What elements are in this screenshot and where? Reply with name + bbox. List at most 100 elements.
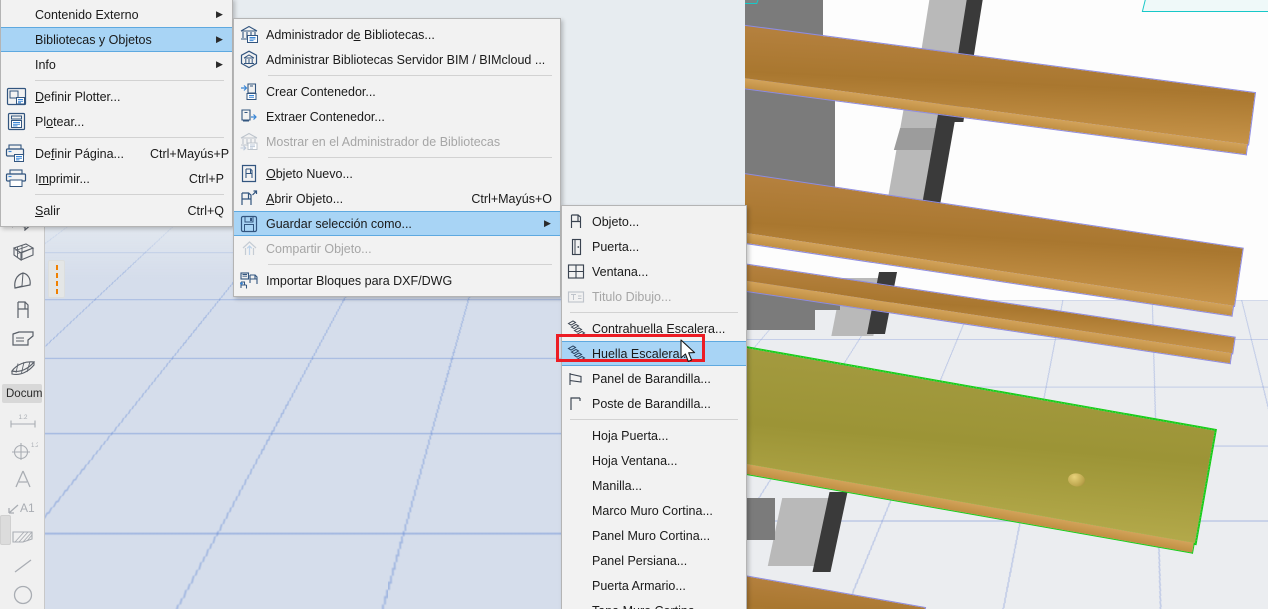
menu-label: Panel Persiana... bbox=[592, 553, 688, 568]
extract-container-icon bbox=[234, 107, 264, 126]
menu-item-puerta[interactable]: Puerta... bbox=[562, 234, 746, 259]
menu-label: Plotear... bbox=[35, 114, 85, 129]
tread-hotspot-knob[interactable] bbox=[1066, 472, 1086, 488]
line-icon bbox=[12, 557, 34, 575]
menu-label: Objeto... bbox=[592, 214, 640, 229]
menu-item-administrador-de-bibliotecas[interactable]: Administrador de Bibliotecas... bbox=[234, 22, 560, 47]
menu-item-ventana[interactable]: Ventana... bbox=[562, 259, 746, 284]
tool-object[interactable] bbox=[0, 295, 45, 324]
guardar-seleccion-como-submenu[interactable]: Objeto... Puerta... Ventana... Titulo Di… bbox=[561, 205, 747, 609]
menu-label: Panel de Barandilla... bbox=[592, 371, 711, 386]
save-selection-icon bbox=[234, 215, 264, 233]
window-icon bbox=[562, 263, 590, 280]
menu-label: Contrahuella Escalera... bbox=[592, 321, 726, 336]
marquee-box bbox=[1141, 0, 1268, 12]
chevron-right-icon: ▶ bbox=[216, 34, 223, 44]
menu-label: Titulo Dibujo... bbox=[592, 289, 672, 304]
menu-item-poste-de-barandilla[interactable]: Poste de Barandilla... bbox=[562, 391, 746, 416]
menu-item-manilla[interactable]: Manilla... bbox=[562, 473, 746, 498]
menu-label: Puerta... bbox=[592, 239, 640, 254]
menu-label: Info bbox=[35, 57, 56, 72]
fill-icon bbox=[10, 529, 36, 545]
menu-item-guardar-seleccion-como[interactable]: Guardar selección como... ▶ bbox=[234, 211, 560, 236]
menu-label: Compartir Objeto... bbox=[266, 241, 372, 256]
tool-text[interactable] bbox=[0, 464, 45, 493]
object-chair-icon bbox=[13, 300, 33, 320]
menu-item-objeto-nuevo[interactable]: Objeto Nuevo... bbox=[234, 161, 560, 186]
toolbox-scroll-nub[interactable] bbox=[0, 515, 11, 545]
tool-roof[interactable] bbox=[0, 353, 45, 382]
menu-item-definir-pagina[interactable]: Definir Página... Ctrl+Mayús+P bbox=[1, 141, 232, 166]
palette-drag-grip[interactable] bbox=[48, 260, 65, 298]
tool-mesh[interactable] bbox=[0, 237, 45, 266]
menu-shortcut: Ctrl+Mayús+O bbox=[471, 191, 552, 206]
menu-label: Abrir Objeto... bbox=[266, 191, 344, 206]
menu-label: Definir Página... bbox=[35, 146, 124, 161]
menu-separator bbox=[570, 419, 738, 420]
menu-label: Hoja Puerta... bbox=[592, 428, 669, 443]
menu-item-huella-escalera[interactable]: Huella Escalera... bbox=[562, 341, 746, 366]
level-dimension-icon: 1.2 bbox=[8, 440, 38, 460]
show-in-library-manager-icon bbox=[234, 132, 264, 151]
archivo-menu[interactable]: Contenido Externo ▶ Bibliotecas y Objeto… bbox=[0, 0, 233, 227]
chevron-right-icon: ▶ bbox=[216, 9, 223, 19]
menu-item-hoja-puerta[interactable]: Hoja Puerta... bbox=[562, 423, 746, 448]
menu-item-bibliotecas-y-objetos[interactable]: Bibliotecas y Objetos ▶ bbox=[1, 27, 232, 52]
menu-item-panel-de-barandilla[interactable]: Panel de Barandilla... bbox=[562, 366, 746, 391]
menu-item-panel-muro-cortina[interactable]: Panel Muro Cortina... bbox=[562, 523, 746, 548]
menu-separator bbox=[268, 157, 552, 158]
morph-icon bbox=[11, 330, 35, 348]
menu-separator bbox=[35, 194, 224, 195]
dimension-icon: 1.2 bbox=[8, 412, 38, 430]
menu-item-marco-muro-cortina[interactable]: Marco Muro Cortina... bbox=[562, 498, 746, 523]
menu-separator bbox=[570, 312, 738, 313]
tool-line[interactable] bbox=[0, 551, 45, 580]
chevron-right-icon: ▶ bbox=[216, 59, 223, 69]
menu-item-compartir-objeto[interactable]: Compartir Objeto... bbox=[234, 236, 560, 261]
menu-item-contenido-externo[interactable]: Contenido Externo ▶ bbox=[1, 2, 232, 27]
menu-item-plotear[interactable]: Plotear... bbox=[1, 109, 232, 134]
menu-shortcut: Ctrl+P bbox=[188, 171, 224, 186]
menu-label: Panel Muro Cortina... bbox=[592, 528, 711, 543]
tool-shell[interactable] bbox=[0, 266, 45, 295]
menu-item-titulo-dibujo[interactable]: Titulo Dibujo... bbox=[562, 284, 746, 309]
menu-label: Administrador de Bibliotecas... bbox=[266, 27, 435, 42]
railing-post-icon bbox=[562, 395, 590, 412]
svg-text:1.2: 1.2 bbox=[18, 414, 27, 421]
menu-item-puerta-armario[interactable]: Puerta Armario... bbox=[562, 573, 746, 598]
menu-label: Imprimir... bbox=[35, 171, 90, 186]
tool-circle[interactable] bbox=[0, 580, 45, 609]
bibliotecas-y-objetos-submenu[interactable]: Administrador de Bibliotecas... Administ… bbox=[233, 18, 561, 297]
menu-shortcut: Ctrl+Mayús+P bbox=[149, 146, 230, 161]
menu-item-tapa-muro-cortina[interactable]: Tapa Muro Cortina... bbox=[562, 598, 746, 609]
svg-text:A1: A1 bbox=[20, 501, 35, 515]
3d-view-canvas[interactable] bbox=[745, 0, 1268, 609]
stair-stringer bbox=[745, 498, 775, 540]
menu-item-contrahuella-escalera[interactable]: Contrahuella Escalera... bbox=[562, 316, 746, 341]
menu-item-imprimir[interactable]: Imprimir... Ctrl+P bbox=[1, 166, 232, 191]
menu-item-salir[interactable]: Salir Ctrl+Q bbox=[1, 198, 232, 223]
menu-item-definir-plotter[interactable]: Definir Plotter... bbox=[1, 84, 232, 109]
menu-item-hoja-ventana[interactable]: Hoja Ventana... bbox=[562, 448, 746, 473]
tool-morph[interactable] bbox=[0, 324, 45, 353]
menu-item-panel-persiana[interactable]: Panel Persiana... bbox=[562, 548, 746, 573]
menu-item-crear-contenedor[interactable]: Crear Contenedor... bbox=[234, 79, 560, 104]
menu-label: Marco Muro Cortina... bbox=[592, 503, 713, 518]
menu-item-objeto[interactable]: Objeto... bbox=[562, 209, 746, 234]
menu-label: Ventana... bbox=[592, 264, 649, 279]
menu-item-extraer-contenedor[interactable]: Extraer Contenedor... bbox=[234, 104, 560, 129]
menu-label: Salir bbox=[35, 203, 61, 218]
menu-label: Bibliotecas y Objetos bbox=[35, 32, 152, 47]
share-object-icon bbox=[234, 239, 264, 258]
tool-level-dimension[interactable]: 1.2 bbox=[0, 435, 45, 464]
roof-icon bbox=[10, 359, 36, 377]
menu-item-administrar-bibliotecas-servidor-bim[interactable]: Administrar Bibliotecas Servidor BIM / B… bbox=[234, 47, 560, 72]
menu-item-importar-bloques-dxf-dwg[interactable]: Importar Bloques para DXF/DWG bbox=[234, 268, 560, 293]
tool-dimension[interactable]: 1.2 bbox=[0, 406, 45, 435]
menu-item-abrir-objeto[interactable]: Abrir Objeto... Ctrl+Mayús+O bbox=[234, 186, 560, 211]
menu-separator bbox=[268, 75, 552, 76]
mesh-icon bbox=[11, 242, 35, 262]
menu-item-info[interactable]: Info ▶ bbox=[1, 52, 232, 77]
text-icon bbox=[13, 469, 33, 489]
menu-item-mostrar-en-el-administrador-de-bibliotecas[interactable]: Mostrar en el Administrador de Bibliotec… bbox=[234, 129, 560, 154]
